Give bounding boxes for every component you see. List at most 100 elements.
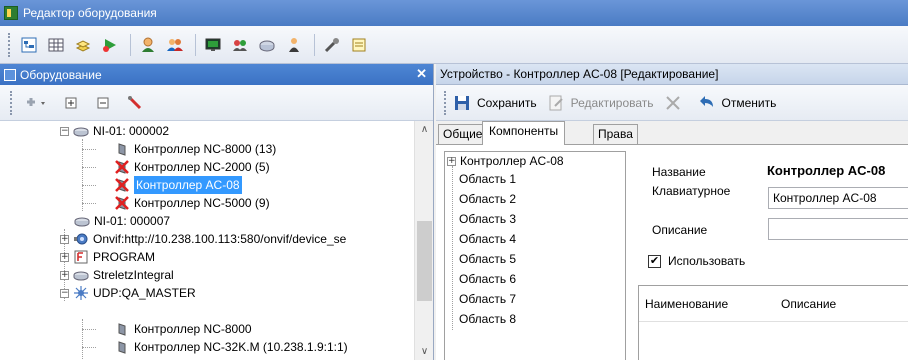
component-node-area[interactable]: Область 3 bbox=[459, 210, 516, 228]
tree-line bbox=[82, 185, 96, 186]
component-node-area[interactable]: Область 5 bbox=[459, 250, 516, 268]
controller-error-icon bbox=[114, 177, 130, 193]
table-icon[interactable] bbox=[44, 33, 68, 57]
tree-node-program[interactable]: + PROGRAM bbox=[60, 248, 155, 266]
component-node-controller[interactable]: + Контроллер AC-08 bbox=[447, 152, 564, 170]
component-node-label: Область 1 bbox=[459, 172, 517, 186]
scroll-down-icon[interactable]: ∨ bbox=[415, 343, 434, 360]
device-panel-title: Устройство - Контроллер AC-08 [Редактиро… bbox=[440, 67, 719, 81]
tree-node-controller[interactable]: Контроллер NC-5000 (9) bbox=[114, 194, 270, 212]
tree-node-controller[interactable]: Контроллер NC-2000 (5) bbox=[114, 158, 270, 176]
close-icon[interactable]: ✕ bbox=[416, 66, 427, 82]
component-node-label: Область 8 bbox=[459, 312, 517, 326]
tree-line bbox=[82, 329, 96, 330]
equipment-panel-icon bbox=[4, 68, 16, 81]
controller-error-icon bbox=[114, 159, 130, 175]
network-device-icon bbox=[73, 123, 89, 139]
save-label: Сохранить bbox=[477, 95, 537, 110]
tool-icon[interactable] bbox=[320, 33, 344, 57]
component-node-area[interactable]: Область 6 bbox=[459, 270, 516, 288]
expand-all-icon[interactable] bbox=[59, 91, 83, 115]
component-node-area[interactable]: Область 2 bbox=[459, 190, 516, 208]
toolbar-grip bbox=[8, 32, 11, 57]
tree-node-label: Контроллер AC-08 bbox=[134, 176, 242, 194]
tab-rights[interactable]: Права bbox=[593, 124, 638, 144]
device-panel-header: Устройство - Контроллер AC-08 [Редактиро… bbox=[436, 64, 908, 85]
collapse-all-icon[interactable] bbox=[91, 91, 115, 115]
tree-expand-toggle[interactable]: + bbox=[447, 156, 456, 166]
tree-node-label: Контроллер NC-8000 (13) bbox=[134, 142, 277, 156]
controller-icon bbox=[114, 321, 130, 337]
undo-icon bbox=[699, 95, 713, 107]
use-checkbox[interactable]: ✔ bbox=[648, 255, 661, 268]
controller-icon bbox=[114, 339, 130, 355]
tree-node-ni-01-000007[interactable]: NI-01: 000007 bbox=[74, 212, 170, 230]
grid-column-name[interactable]: Наименование bbox=[639, 297, 775, 311]
delete-button[interactable] bbox=[664, 94, 688, 112]
person-icon[interactable] bbox=[282, 33, 306, 57]
toolbar-separator bbox=[130, 33, 131, 56]
users-group-icon[interactable] bbox=[163, 33, 187, 57]
scrollbar-thumb[interactable] bbox=[417, 221, 432, 301]
toolbar-separator bbox=[195, 33, 196, 56]
edit-button[interactable]: Редактировать bbox=[547, 94, 654, 112]
tree-node-ni-01-000002[interactable]: − NI-01: 000002 bbox=[60, 122, 169, 140]
tree-node-controller[interactable]: Контроллер NC-8000 bbox=[114, 320, 252, 338]
tab-general[interactable]: Общие bbox=[438, 124, 488, 144]
equipment-panel-header: Оборудование ✕ bbox=[0, 64, 433, 85]
grid-header: Наименование Описание bbox=[639, 286, 908, 322]
scroll-up-icon[interactable]: ∧ bbox=[415, 121, 434, 138]
window-title: Редактор оборудования bbox=[23, 6, 157, 20]
tree-node-streletz[interactable]: + StreletzIntegral bbox=[60, 266, 174, 284]
toolbar-grip bbox=[10, 90, 13, 115]
people-icon[interactable] bbox=[228, 33, 252, 57]
add-dropdown-button[interactable] bbox=[19, 91, 51, 115]
tree-node-controller[interactable]: Контроллер NC-8000 (13) bbox=[114, 140, 276, 158]
save-button[interactable]: Сохранить bbox=[453, 94, 537, 112]
monitor-icon[interactable] bbox=[201, 33, 225, 57]
notes-icon[interactable] bbox=[347, 33, 371, 57]
tree-collapse-toggle[interactable]: − bbox=[60, 288, 69, 298]
name-label: Название bbox=[652, 165, 706, 179]
delete-icon bbox=[665, 95, 680, 110]
tab-components[interactable]: Компоненты bbox=[482, 121, 566, 145]
integration-icon bbox=[73, 267, 89, 283]
tree-line bbox=[82, 167, 96, 168]
device-toolbar: Сохранить Редактировать Отменить bbox=[436, 85, 908, 121]
component-node-area[interactable]: Область 8 bbox=[459, 310, 516, 328]
component-node-area[interactable]: Область 4 bbox=[459, 230, 516, 248]
edit-label: Редактировать bbox=[570, 95, 654, 110]
equipment-tree-icon[interactable] bbox=[17, 33, 41, 57]
equipment-tree: − NI-01: 000002 Контроллер NC-8000 (13) … bbox=[0, 121, 414, 360]
tree-collapse-toggle[interactable]: − bbox=[60, 126, 69, 136]
wrench-icon[interactable] bbox=[123, 91, 147, 115]
grid-column-description[interactable]: Описание bbox=[775, 297, 836, 311]
description-input[interactable] bbox=[768, 218, 908, 240]
component-node-area[interactable]: Область 7 bbox=[459, 290, 516, 308]
keyboard-input[interactable] bbox=[768, 187, 908, 209]
component-node-label: Область 5 bbox=[459, 252, 517, 266]
user-icon[interactable] bbox=[136, 33, 160, 57]
component-node-label: Контроллер AC-08 bbox=[460, 154, 564, 168]
tree-expand-toggle[interactable]: + bbox=[60, 252, 69, 262]
tree-expand-toggle[interactable]: + bbox=[60, 270, 69, 280]
tree-node-label: UDP:QA_MASTER bbox=[93, 286, 196, 300]
run-icon[interactable] bbox=[98, 33, 122, 57]
layers-icon[interactable] bbox=[71, 33, 95, 57]
tree-line bbox=[82, 203, 96, 204]
tree-line bbox=[82, 149, 96, 150]
tree-scrollbar[interactable]: ∧ ∨ bbox=[414, 121, 433, 360]
tree-node-udp-qa-master[interactable]: − UDP:QA_MASTER bbox=[60, 284, 196, 302]
tree-node-controller-selected[interactable]: Контроллер AC-08 bbox=[114, 176, 242, 194]
toolbar-separator bbox=[314, 33, 315, 56]
tree-expand-toggle[interactable]: + bbox=[60, 234, 69, 244]
tree-node-controller[interactable]: Контроллер NC-32K.M (10.238.1.9:1:1) bbox=[114, 338, 348, 356]
component-node-area[interactable]: Область 1 bbox=[459, 170, 516, 188]
save-icon bbox=[455, 95, 469, 110]
tree-node-label: Контроллер NC-2000 (5) bbox=[134, 160, 270, 174]
udp-network-icon bbox=[73, 285, 89, 301]
disk-icon[interactable] bbox=[255, 33, 279, 57]
tree-node-onvif[interactable]: + Onvif:http://10.238.100.113:580/onvif/… bbox=[60, 230, 346, 248]
cancel-button[interactable]: Отменить bbox=[698, 94, 776, 112]
device-panel: Устройство - Контроллер AC-08 [Редактиро… bbox=[436, 64, 908, 360]
